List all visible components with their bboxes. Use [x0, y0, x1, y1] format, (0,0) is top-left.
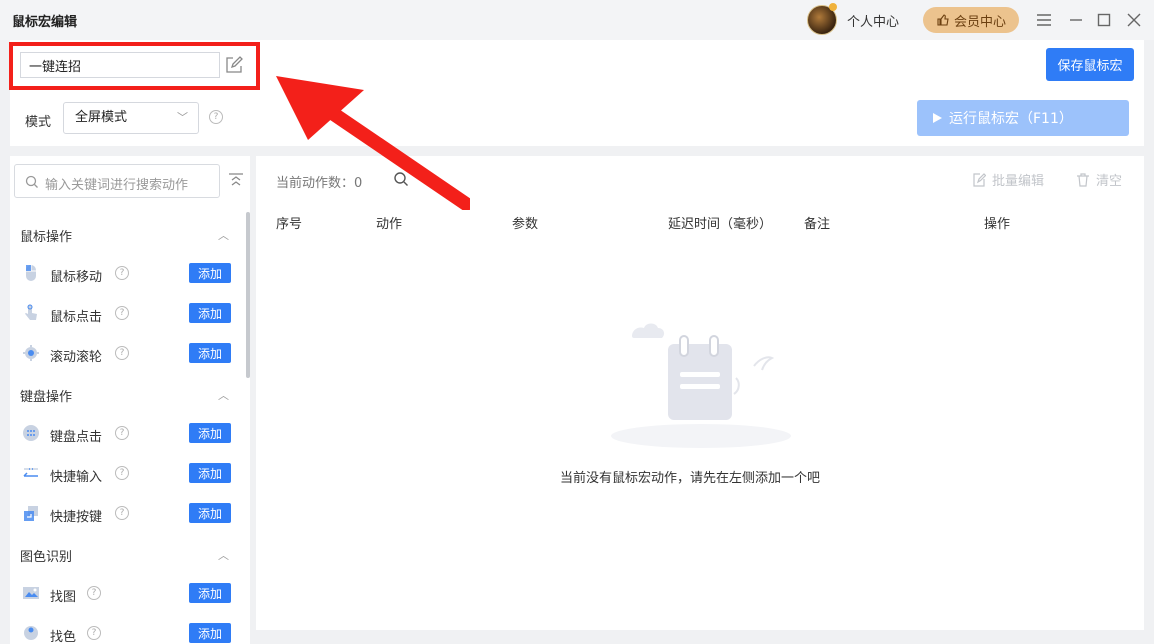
image-icon [22, 584, 40, 602]
hotkey-icon [22, 504, 40, 522]
column-header-index: 序号 [276, 217, 303, 232]
mouse-move-icon [22, 264, 40, 282]
item-mouse-move-label: 鼠标移动 [50, 270, 103, 285]
run-macro-button[interactable]: 运行鼠标宏（F11） [917, 100, 1129, 136]
chevron-down-icon: ﹀ [177, 111, 188, 124]
chevron-up-icon[interactable]: ︿ [218, 227, 229, 243]
window-title: 鼠标宏编辑 [12, 15, 78, 30]
add-find-image-button[interactable]: 添加 [189, 583, 231, 603]
search-icon [25, 175, 38, 188]
play-icon [933, 113, 942, 123]
add-find-color-button[interactable]: 添加 [189, 623, 231, 643]
column-header-delay: 延迟时间（毫秒） [668, 217, 773, 232]
help-icon[interactable]: ? [115, 426, 129, 440]
color-picker-icon [22, 624, 40, 642]
item-find-image-label: 找图 [50, 590, 77, 605]
collapse-all-icon[interactable] [228, 172, 244, 188]
help-icon[interactable]: ? [115, 506, 129, 520]
trash-icon [1077, 172, 1089, 187]
close-icon[interactable] [1124, 10, 1144, 30]
section-mouse-title[interactable]: 鼠标操作 [20, 226, 72, 245]
item-keyboard-click-label: 键盘点击 [50, 430, 103, 445]
column-header-params: 参数 [512, 217, 539, 232]
help-icon[interactable]: ? [87, 626, 101, 640]
add-mouse-move-button[interactable]: 添加 [189, 263, 231, 283]
help-icon[interactable]: ? [115, 346, 129, 360]
avatar-badge [829, 3, 837, 11]
column-header-notes: 备注 [804, 217, 831, 232]
add-hotkey-button[interactable]: 添加 [189, 503, 231, 523]
column-header-action: 动作 [376, 217, 403, 232]
item-quick-input-label: 快捷输入 [50, 470, 103, 485]
save-macro-button[interactable]: 保存鼠标宏 [1046, 48, 1134, 81]
mode-select-value: 全屏模式 [75, 110, 128, 125]
add-quick-input-button[interactable]: 添加 [189, 463, 231, 483]
batch-edit-label: 批量编辑 [992, 174, 1045, 189]
mode-label: 模式 [25, 115, 52, 130]
personal-center-link[interactable]: 个人中心 [847, 11, 899, 30]
mode-help-icon[interactable]: ? [209, 110, 223, 124]
empty-state-illustration [611, 323, 791, 448]
column-header-operations: 操作 [984, 217, 1011, 232]
thumb-up-icon [937, 14, 949, 26]
menu-icon[interactable] [1034, 10, 1054, 30]
annotation-arrow-icon [276, 76, 470, 210]
help-icon[interactable]: ? [115, 266, 129, 280]
item-hotkey-label: 快捷按键 [50, 510, 103, 525]
clear-button[interactable]: 清空 [1076, 170, 1122, 189]
minimize-icon[interactable] [1066, 10, 1086, 30]
section-image-color-title[interactable]: 图色识别 [20, 546, 72, 565]
mouse-click-icon [22, 304, 40, 322]
quick-input-icon [22, 464, 40, 482]
item-mouse-click-label: 鼠标点击 [50, 310, 103, 325]
keyboard-icon [22, 424, 40, 442]
section-keyboard-title[interactable]: 键盘操作 [20, 386, 72, 405]
item-scroll-wheel-label: 滚动滚轮 [50, 350, 103, 365]
batch-edit-icon [973, 172, 986, 187]
help-icon[interactable]: ? [115, 306, 129, 320]
sidebar-scrollbar[interactable] [246, 212, 250, 378]
scroll-wheel-icon [22, 344, 40, 362]
item-find-color-label: 找色 [50, 630, 77, 644]
help-icon[interactable]: ? [115, 466, 129, 480]
vip-center-button[interactable]: 会员中心 [923, 7, 1019, 33]
add-scroll-wheel-button[interactable]: 添加 [189, 343, 231, 363]
action-search-input[interactable]: 输入关键词进行搜索动作 [14, 164, 220, 198]
run-macro-label: 运行鼠标宏（F11） [949, 111, 1073, 127]
mode-select[interactable]: 全屏模式 ﹀ [63, 102, 199, 134]
chevron-up-icon[interactable]: ︿ [218, 547, 229, 563]
clear-label: 清空 [1096, 174, 1123, 189]
add-keyboard-click-button[interactable]: 添加 [189, 423, 231, 443]
empty-state-text: 当前没有鼠标宏动作，请先在左侧添加一个吧 [560, 471, 821, 486]
highlight-box [9, 42, 260, 90]
help-icon[interactable]: ? [87, 586, 101, 600]
maximize-icon[interactable] [1094, 10, 1114, 30]
vip-center-label: 会员中心 [953, 14, 1006, 30]
chevron-up-icon[interactable]: ︿ [218, 387, 229, 403]
search-placeholder: 输入关键词进行搜索动作 [45, 178, 189, 193]
batch-edit-button[interactable]: 批量编辑 [972, 170, 1044, 189]
add-mouse-click-button[interactable]: 添加 [189, 303, 231, 323]
